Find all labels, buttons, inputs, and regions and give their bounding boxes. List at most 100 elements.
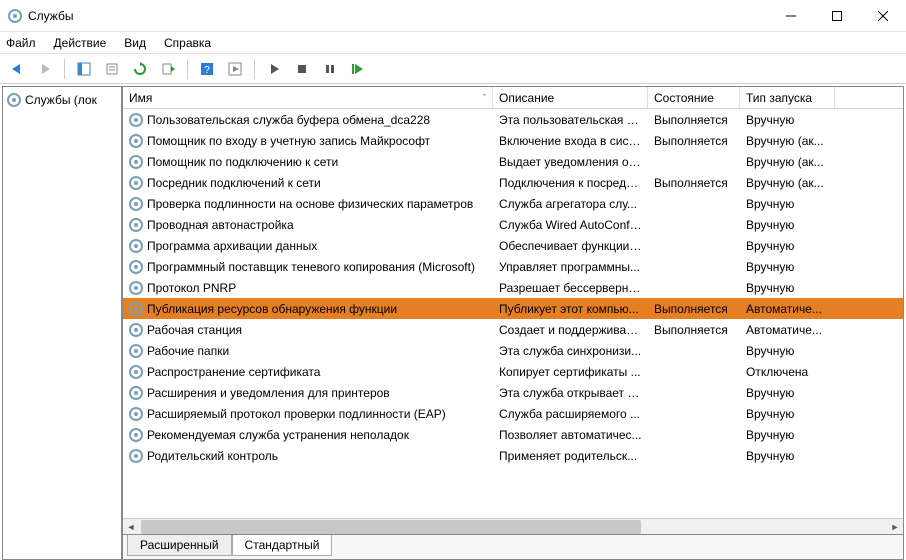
- content-area: Службы (лок Имяˆ Описание Состояние Тип …: [2, 86, 904, 560]
- service-row[interactable]: Помощник по входу в учетную запись Майкр…: [123, 130, 903, 151]
- service-description: Служба агрегатора слу...: [493, 197, 648, 211]
- service-name: Рабочие папки: [147, 344, 229, 358]
- service-name: Пользовательская служба буфера обмена_dc…: [147, 113, 430, 127]
- service-startup-type: Вручную: [740, 449, 835, 463]
- tree-root-services[interactable]: Службы (лок: [3, 91, 121, 109]
- export-button[interactable]: [157, 58, 179, 80]
- gear-icon: [129, 134, 143, 148]
- start-service-button[interactable]: [263, 58, 285, 80]
- gear-icon: [129, 155, 143, 169]
- service-state: Выполняется: [648, 176, 740, 190]
- properties-button[interactable]: [101, 58, 123, 80]
- service-row[interactable]: Помощник по подключению к сетиВыдает уве…: [123, 151, 903, 172]
- app-icon: [8, 9, 22, 23]
- menu-help[interactable]: Справка: [164, 36, 211, 50]
- maximize-button[interactable]: [814, 0, 860, 32]
- service-row[interactable]: Программа архивации данныхОбеспечивает ф…: [123, 235, 903, 256]
- show-hide-tree-button[interactable]: [73, 58, 95, 80]
- column-state[interactable]: Состояние: [648, 87, 740, 108]
- window-controls: [768, 0, 906, 32]
- horizontal-scrollbar[interactable]: ◄ ►: [123, 518, 903, 534]
- service-name: Распространение сертификата: [147, 365, 320, 379]
- gear-icon: [129, 239, 143, 253]
- service-startup-type: Вручную: [740, 218, 835, 232]
- service-startup-type: Вручную: [740, 281, 835, 295]
- menu-view[interactable]: Вид: [124, 36, 146, 50]
- service-name: Проводная автонастройка: [147, 218, 294, 232]
- service-startup-type: Автоматиче...: [740, 323, 835, 337]
- pause-service-button[interactable]: [319, 58, 341, 80]
- service-row[interactable]: Родительский контрольПрименяет родительс…: [123, 445, 903, 466]
- restart-service-button[interactable]: [347, 58, 369, 80]
- action-button[interactable]: [224, 58, 246, 80]
- tab-standard[interactable]: Стандартный: [232, 535, 333, 556]
- service-row[interactable]: Расширяемый протокол проверки подлинност…: [123, 403, 903, 424]
- service-startup-type: Вручную: [740, 239, 835, 253]
- service-description: Эта служба синхронизи...: [493, 344, 648, 358]
- refresh-button[interactable]: [129, 58, 151, 80]
- gear-icon: [129, 428, 143, 442]
- service-description: Копирует сертификаты ...: [493, 365, 648, 379]
- help-button[interactable]: ?: [196, 58, 218, 80]
- service-name: Помощник по входу в учетную запись Майкр…: [147, 134, 430, 148]
- service-state: Выполняется: [648, 323, 740, 337]
- service-row[interactable]: Распространение сертификата Копирует серт…: [123, 361, 903, 382]
- scroll-thumb[interactable]: [141, 520, 641, 534]
- gear-icon: [129, 176, 143, 190]
- service-name: Родительский контроль: [147, 449, 278, 463]
- menu-file[interactable]: Файл: [6, 36, 36, 50]
- service-name: Рабочая станция: [147, 323, 242, 337]
- menu-bar: Файл Действие Вид Справка: [0, 32, 906, 54]
- gear-icon: [129, 197, 143, 211]
- menu-action[interactable]: Действие: [54, 36, 107, 50]
- toolbar-separator: [254, 59, 255, 79]
- back-button[interactable]: [6, 58, 28, 80]
- service-name: Протокол PNRP: [147, 281, 236, 295]
- service-name: Рекомендуемая служба устранения неполадо…: [147, 428, 409, 442]
- service-row[interactable]: Рекомендуемая служба устранения неполадо…: [123, 424, 903, 445]
- service-row[interactable]: Рабочая станция Создает и поддерживает ..…: [123, 319, 903, 340]
- gear-icon: [129, 260, 143, 274]
- gear-icon: [129, 281, 143, 295]
- service-row[interactable]: Программный поставщик теневого копирован…: [123, 256, 903, 277]
- service-name: Проверка подлинности на основе физически…: [147, 197, 473, 211]
- service-row[interactable]: Посредник подключений к сетиПодключения …: [123, 172, 903, 193]
- service-row[interactable]: Пользовательская служба буфера обмена_dc…: [123, 109, 903, 130]
- service-description: Эта пользовательская с...: [493, 113, 648, 127]
- gear-icon: [129, 218, 143, 232]
- tree-root-label: Службы (лок: [25, 93, 97, 107]
- service-name: Посредник подключений к сети: [147, 176, 321, 190]
- service-state: Выполняется: [648, 113, 740, 127]
- service-row[interactable]: Проверка подлинности на основе физически…: [123, 193, 903, 214]
- title-bar: Службы: [0, 0, 906, 32]
- service-row[interactable]: Рабочие папкиЭта служба синхронизи...Вру…: [123, 340, 903, 361]
- toolbar-separator: [64, 59, 65, 79]
- service-row[interactable]: Протокол PNRPРазрешает бессерверно...Вру…: [123, 277, 903, 298]
- stop-service-button[interactable]: [291, 58, 313, 80]
- service-name: Расширяемый протокол проверки подлинност…: [147, 407, 446, 421]
- service-startup-type: Вручную (ак...: [740, 155, 835, 169]
- service-startup-type: Вручную (ак...: [740, 134, 835, 148]
- service-startup-type: Вручную: [740, 386, 835, 400]
- service-description: Позволяет автоматичес...: [493, 428, 648, 442]
- service-name: Помощник по подключению к сети: [147, 155, 338, 169]
- service-startup-type: Вручную: [740, 197, 835, 211]
- service-description: Создает и поддерживает ...: [493, 323, 648, 337]
- service-startup-type: Вручную: [740, 407, 835, 421]
- close-button[interactable]: [860, 0, 906, 32]
- column-name[interactable]: Имяˆ: [123, 87, 493, 108]
- service-description: Управляет программны...: [493, 260, 648, 274]
- tab-extended[interactable]: Расширенный: [127, 535, 232, 556]
- minimize-button[interactable]: [768, 0, 814, 32]
- scroll-right-icon[interactable]: ►: [887, 519, 903, 535]
- gear-icon: [129, 407, 143, 421]
- service-name: Программа архивации данных: [147, 239, 317, 253]
- column-headers: Имяˆ Описание Состояние Тип запуска: [123, 87, 903, 109]
- column-description[interactable]: Описание: [493, 87, 648, 108]
- forward-button[interactable]: [34, 58, 56, 80]
- service-row[interactable]: Публикация ресурсов обнаружения функцииП…: [123, 298, 903, 319]
- service-row[interactable]: Проводная автонастройкаСлужба Wired Auto…: [123, 214, 903, 235]
- column-startup-type[interactable]: Тип запуска: [740, 87, 835, 108]
- scroll-left-icon[interactable]: ◄: [123, 519, 139, 535]
- service-row[interactable]: Расширения и уведомления для принтеровЭт…: [123, 382, 903, 403]
